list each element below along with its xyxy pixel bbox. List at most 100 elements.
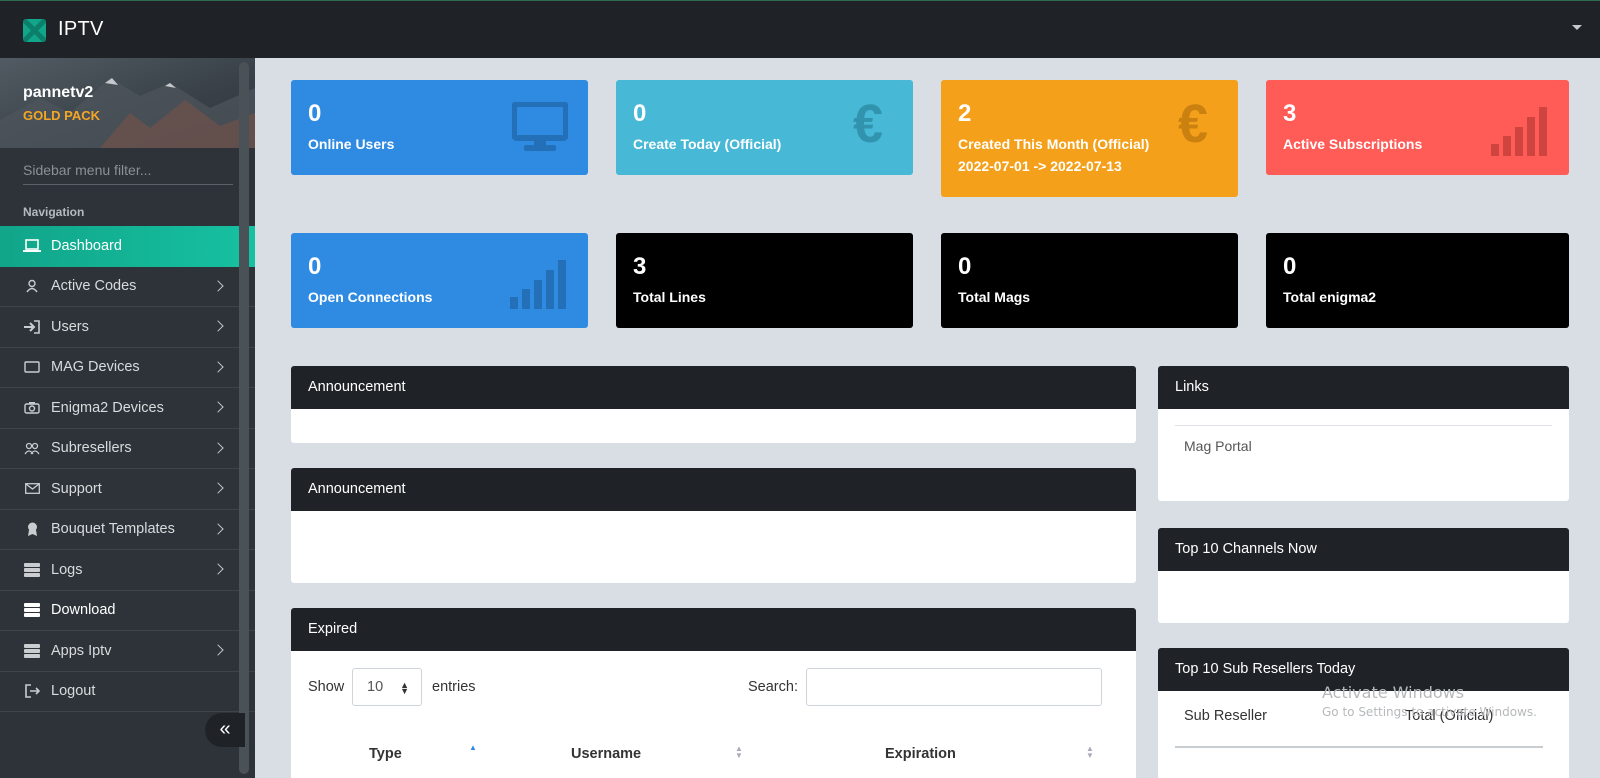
top-channels-panel: Top 10 Channels Now — [1158, 528, 1569, 623]
column-header-sub-reseller[interactable]: Sub Reseller — [1184, 708, 1267, 724]
panel-title: Links — [1158, 366, 1569, 409]
column-header-username[interactable]: Username — [571, 746, 641, 762]
sidebar-scrollbar[interactable] — [239, 62, 249, 774]
sidebar-item-label: Active Codes — [51, 278, 137, 295]
panel-title: Expired — [291, 608, 1136, 651]
sidebar-item-active-codes[interactable]: Active Codes — [0, 267, 255, 307]
laptop-icon — [23, 237, 41, 255]
sidebar-item-logs[interactable]: Logs — [0, 550, 255, 591]
sidebar-item-bouquet-templates[interactable]: Bouquet Templates — [0, 510, 255, 550]
sidebar-collapse-button[interactable]: « — [205, 713, 245, 747]
sidebar-item-support[interactable]: Support — [0, 469, 255, 510]
link-mag-portal[interactable]: Mag Portal — [1184, 438, 1552, 454]
sidebar-item-label: Bouquet Templates — [51, 521, 175, 538]
sidebar-item-dashboard[interactable]: Dashboard — [0, 226, 255, 267]
chevron-right-icon — [212, 482, 224, 494]
announcement-panel: Announcement — [291, 366, 1136, 443]
search-input[interactable] — [806, 668, 1102, 706]
chevron-right-icon — [212, 320, 224, 332]
windows-activation-watermark-text: Go to Settings to activate Windows. — [1322, 705, 1537, 719]
search-label: Search: — [748, 679, 798, 695]
signal-icon — [510, 259, 568, 314]
sidebar-filter-input[interactable] — [23, 155, 233, 185]
stat-label: Active Subscriptions — [1283, 136, 1423, 152]
stat-value: 2 — [958, 100, 972, 127]
sidebar-item-label: Apps Iptv — [51, 642, 112, 659]
show-label: Show — [308, 679, 345, 695]
server-icon — [23, 601, 41, 619]
award-icon — [23, 520, 41, 538]
entries-select[interactable]: 10 ▲ ▼ — [352, 668, 422, 706]
logo-icon — [23, 19, 46, 42]
chevron-right-icon — [212, 563, 224, 575]
sidebar-item-apps-iptv[interactable]: Apps Iptv — [0, 631, 255, 672]
sidebar-item-logout[interactable]: Logout — [0, 672, 255, 712]
sidebar-item-label: Subresellers — [51, 440, 132, 457]
sidebar-item-download[interactable]: Download — [0, 591, 255, 631]
sidebar-item-label: MAG Devices — [51, 359, 140, 376]
stat-label: Total Lines — [633, 289, 706, 305]
main-content: 0 Online Users 0 Create Today (Official)… — [255, 58, 1600, 778]
column-header-type[interactable]: Type — [369, 746, 402, 762]
sort-asc-icon[interactable]: ▲ — [469, 744, 477, 752]
stat-card-total-mags[interactable]: 0 Total Mags — [941, 233, 1238, 328]
entries-label: entries — [432, 679, 476, 695]
sidebar-nav: Dashboard Active Codes Users MAG Devices — [0, 226, 255, 712]
sidebar-item-label: Download — [51, 602, 116, 619]
panel-title: Announcement — [291, 468, 1136, 511]
mountain-background — [0, 78, 255, 148]
stat-label: Online Users — [308, 136, 395, 152]
stat-value: 0 — [308, 253, 322, 280]
stat-value: 3 — [633, 253, 647, 280]
stat-date-range: 2022-07-01 -> 2022-07-13 — [958, 158, 1122, 174]
expired-panel: Expired Show 10 ▲ ▼ entries Search: Type … — [291, 608, 1136, 778]
sidebar-item-mag-devices[interactable]: MAG Devices — [0, 348, 255, 388]
sidebar: pannetv2 GOLD PACK Navigation Dashboard … — [0, 58, 255, 778]
stat-value: 0 — [633, 100, 647, 127]
stat-card-total-enigma2[interactable]: 0 Total enigma2 — [1266, 233, 1569, 328]
links-panel: Links Mag Portal — [1158, 366, 1569, 501]
sign-in-icon — [23, 318, 41, 336]
stat-value: 3 — [1283, 100, 1297, 127]
select-arrows-icon: ▲ ▼ — [400, 680, 409, 696]
sidebar-item-users[interactable]: Users — [0, 307, 255, 348]
sidebar-item-label: Support — [51, 480, 102, 497]
announcement-panel: Announcement — [291, 468, 1136, 583]
sidebar-item-label: Enigma2 Devices — [51, 399, 164, 416]
column-header-expiration[interactable]: Expiration — [885, 746, 956, 762]
sidebar-item-enigma2-devices[interactable]: Enigma2 Devices — [0, 388, 255, 429]
sidebar-item-label: Users — [51, 318, 89, 335]
stat-card-create-today[interactable]: 0 Create Today (Official) € — [616, 80, 913, 175]
sort-icon[interactable]: ▲ ▼ — [735, 745, 743, 760]
table-controls: Show 10 ▲ ▼ entries Search: — [308, 668, 1102, 706]
stat-label: Total Mags — [958, 289, 1031, 305]
envelope-icon — [23, 480, 41, 498]
signal-icon — [1491, 106, 1549, 161]
sidebar-item-label: Logout — [51, 683, 96, 700]
brand-name[interactable]: IPTV — [58, 18, 104, 41]
profile-pack-badge: GOLD PACK — [23, 108, 101, 123]
sort-icon[interactable]: ▲ ▼ — [1086, 745, 1094, 760]
header-divider — [1175, 746, 1543, 748]
stat-card-active-subscriptions[interactable]: 3 Active Subscriptions — [1266, 80, 1569, 175]
stat-card-open-connections[interactable]: 0 Open Connections — [291, 233, 588, 328]
chevron-right-icon — [212, 279, 224, 292]
sidebar-item-subresellers[interactable]: Subresellers — [0, 429, 255, 469]
chevron-right-icon — [212, 522, 224, 535]
stat-card-online-users[interactable]: 0 Online Users — [291, 80, 588, 175]
camera-icon — [23, 399, 41, 417]
panel-title: Announcement — [291, 366, 1136, 409]
stat-card-created-this-month[interactable]: 2 Created This Month (Official) 2022-07-… — [941, 80, 1238, 197]
euro-icon: € — [1177, 94, 1208, 154]
server-icon — [23, 642, 41, 660]
chevron-right-icon — [212, 401, 224, 413]
stat-value: 0 — [1283, 253, 1297, 280]
monitor-icon — [511, 101, 569, 157]
stat-label: Created This Month (Official) — [958, 136, 1150, 152]
stat-card-total-lines[interactable]: 3 Total Lines — [616, 233, 913, 328]
stat-label: Open Connections — [308, 289, 433, 305]
monitor-icon — [23, 358, 41, 376]
stat-value: 0 — [958, 253, 972, 280]
stat-label: Create Today (Official) — [633, 136, 782, 152]
user-menu-caret-icon[interactable] — [1572, 25, 1582, 30]
